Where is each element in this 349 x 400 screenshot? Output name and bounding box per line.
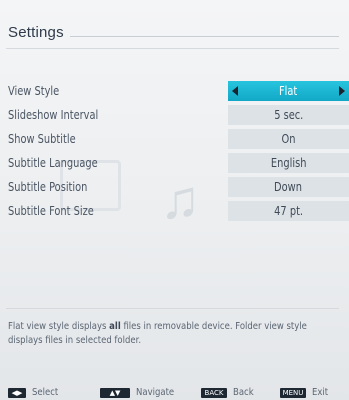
hint-exit-label: Exit	[312, 387, 329, 398]
hint-select-label: Select	[32, 387, 59, 398]
hint-navigate-label: Navigate	[136, 387, 175, 398]
setting-value: English	[270, 156, 307, 170]
select-key-icon: ◀▶	[8, 387, 26, 398]
setting-row-show-subtitle[interactable]: Show Subtitle On	[8, 127, 349, 151]
page-title: Settings	[8, 24, 64, 41]
footer-hints: ◀▶ Select ▲▼ Navigate BACK Back MENU Exi…	[0, 385, 349, 400]
hint-back-label: Back	[233, 387, 254, 398]
settings-panel: Settings ♫ View Style Flat Slideshow Int…	[0, 0, 349, 400]
setting-value: 47 pt.	[274, 204, 303, 218]
subtitle-font-size-selector[interactable]: 47 pt.	[228, 201, 349, 221]
help-divider	[6, 308, 339, 309]
setting-row-subtitle-font-size[interactable]: Subtitle Font Size 47 pt.	[8, 199, 349, 223]
back-key-icon: BACK	[201, 387, 227, 398]
menu-key-icon: MENU	[280, 387, 306, 398]
setting-label: View Style	[8, 84, 60, 98]
help-text-part: Flat view style displays	[8, 321, 110, 332]
hint-back: BACK Back	[201, 387, 257, 398]
slideshow-interval-selector[interactable]: 5 sec.	[228, 105, 349, 125]
setting-value: Flat	[279, 84, 298, 98]
setting-label: Subtitle Font Size	[8, 204, 94, 218]
setting-value: Down	[274, 180, 303, 194]
navigate-key-icon: ▲▼	[100, 387, 130, 398]
subtitle-language-selector[interactable]: English	[228, 153, 349, 173]
subtitle-position-selector[interactable]: Down	[228, 177, 349, 197]
setting-label: Subtitle Language	[8, 156, 98, 170]
setting-value: On	[281, 132, 296, 146]
setting-label: Slideshow Interval	[8, 108, 99, 122]
hint-select: ◀▶ Select	[8, 387, 63, 398]
show-subtitle-selector[interactable]: On	[228, 129, 349, 149]
title-divider	[70, 36, 339, 37]
setting-row-subtitle-position[interactable]: Subtitle Position Down	[8, 175, 349, 199]
setting-label: Show Subtitle	[8, 132, 76, 146]
hint-exit: MENU Exit	[280, 387, 331, 398]
header-divider	[6, 48, 339, 49]
view-style-selector[interactable]: Flat	[228, 81, 349, 101]
setting-row-slideshow-interval[interactable]: Slideshow Interval 5 sec.	[8, 103, 349, 127]
setting-row-view-style[interactable]: View Style Flat	[8, 79, 349, 103]
settings-list: View Style Flat Slideshow Interval 5 sec…	[8, 79, 349, 223]
arrow-right-icon[interactable]	[339, 86, 345, 96]
setting-row-subtitle-language[interactable]: Subtitle Language English	[8, 151, 349, 175]
help-text: Flat view style displays all files in re…	[8, 320, 343, 348]
help-text-bold: all	[109, 321, 121, 332]
arrow-left-icon[interactable]	[232, 86, 238, 96]
hint-navigate: ▲▼ Navigate	[100, 387, 181, 398]
setting-label: Subtitle Position	[8, 180, 88, 194]
setting-value: 5 sec.	[273, 108, 304, 122]
